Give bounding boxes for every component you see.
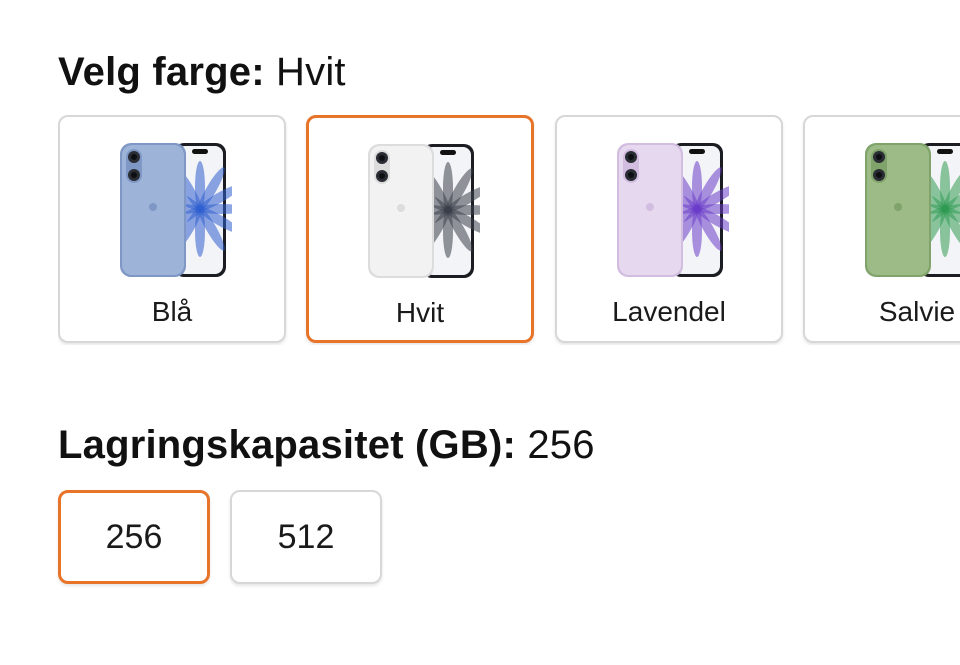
color-option-label: Blå <box>151 296 193 327</box>
color-heading-value: Hvit <box>276 50 346 94</box>
storage-option-512[interactable]: 512 <box>230 490 382 584</box>
color-heading-label: Velg farge: <box>58 50 265 94</box>
color-option-salvie[interactable]: Salvie <box>803 115 960 343</box>
storage-heading-value: 256 <box>527 423 595 467</box>
color-option-label: Lavendel <box>612 296 726 327</box>
phone-image-salvie <box>865 143 960 277</box>
phone-image-bla <box>120 143 232 277</box>
color-section-heading: Velg farge: Hvit <box>58 48 346 96</box>
color-option-label: Salvie <box>878 296 956 327</box>
color-option-bla[interactable]: Blå <box>58 115 286 343</box>
color-option-lavendel[interactable]: Lavendel <box>555 115 783 343</box>
storage-heading-label: Lagringskapasitet (GB): <box>58 423 516 467</box>
phone-image-hvit <box>368 144 480 278</box>
color-option-label: Hvit <box>395 297 445 328</box>
color-options: Blå Hvit Lavendel Salvie <box>58 115 960 345</box>
storage-section-heading: Lagringskapasitet (GB): 256 <box>58 421 595 469</box>
storage-option-256[interactable]: 256 <box>58 490 210 584</box>
phone-image-lavendel <box>617 143 729 277</box>
color-option-hvit[interactable]: Hvit <box>306 115 534 343</box>
